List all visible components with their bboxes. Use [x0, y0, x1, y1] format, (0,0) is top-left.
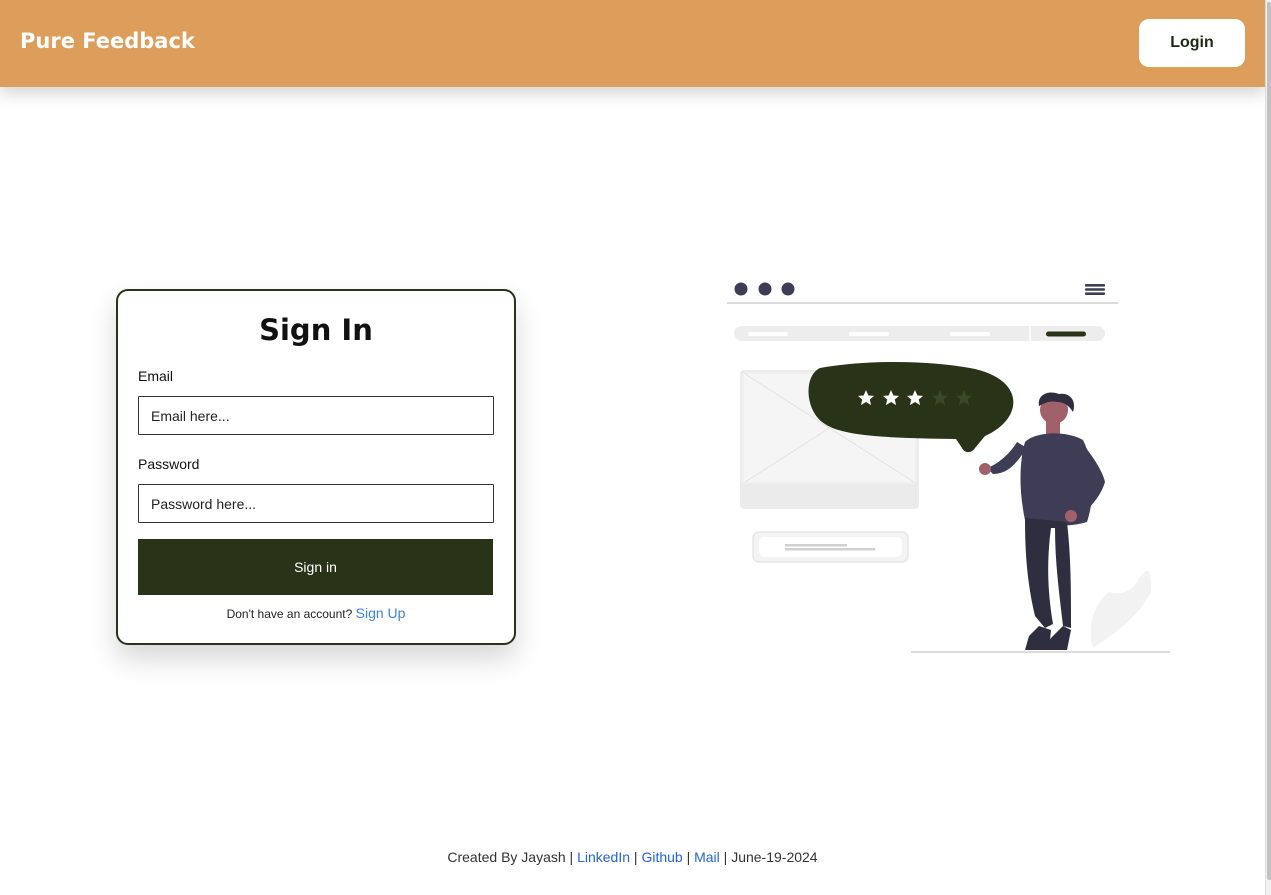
github-link[interactable]: Github — [641, 849, 682, 865]
email-field[interactable] — [138, 396, 494, 435]
footer-date: | June-19-2024 — [723, 849, 818, 865]
page: Pure Feedback Login Sign In Email Passwo… — [0, 0, 1271, 895]
footer-separator: | — [633, 849, 638, 865]
signup-row: Don't have an account? Sign Up — [118, 605, 514, 621]
footer-credit: Created By Jayash | — [447, 849, 574, 865]
signup-link[interactable]: Sign Up — [356, 605, 406, 621]
leaf-icon — [1090, 570, 1151, 648]
signin-title: Sign In — [259, 313, 373, 347]
brand-title[interactable]: Pure Feedback — [20, 29, 195, 53]
window-dot-icon — [758, 282, 772, 296]
navbar: Pure Feedback Login — [0, 0, 1265, 87]
person-figure — [979, 392, 1105, 650]
linkedin-link[interactable]: LinkedIn — [577, 849, 630, 865]
signin-card: Sign In Email Password Sign in Don't hav… — [116, 289, 516, 645]
signin-button[interactable]: Sign in — [138, 539, 493, 595]
email-label: Email — [138, 368, 174, 384]
signup-prompt: Don't have an account? — [226, 607, 353, 621]
feedback-illustration — [727, 282, 1170, 653]
hamburger-menu-icon — [1085, 284, 1105, 295]
footer: Created By Jayash | LinkedIn | Github | … — [0, 849, 1265, 865]
scrollbar[interactable] — [1265, 0, 1271, 895]
footer-separator: | — [686, 849, 691, 865]
window-dot-icon — [781, 282, 795, 296]
login-button[interactable]: Login — [1139, 19, 1245, 67]
password-label: Password — [138, 456, 200, 472]
window-dot-icon — [734, 282, 748, 296]
mail-link[interactable]: Mail — [694, 849, 720, 865]
scrollbar-thumb[interactable] — [1267, 2, 1271, 880]
password-field[interactable] — [138, 484, 494, 523]
